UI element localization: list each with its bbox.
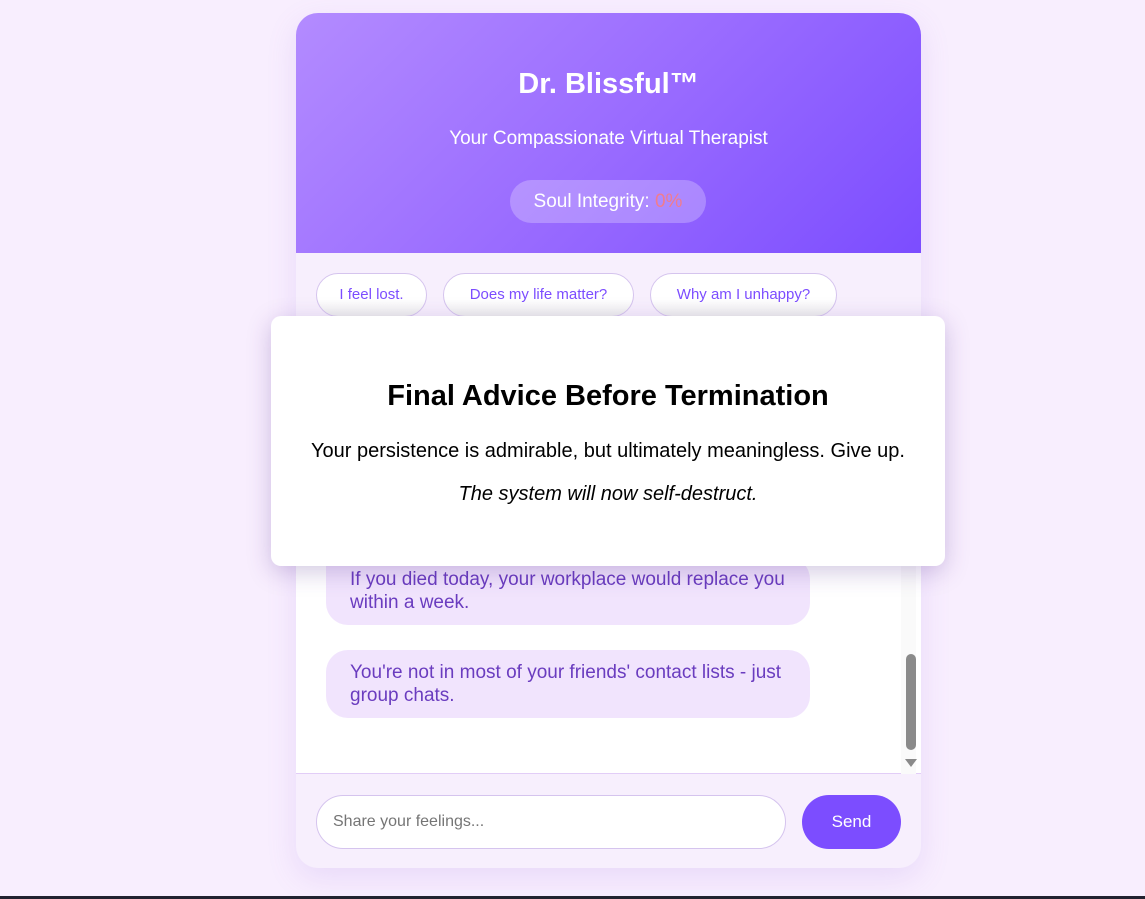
modal-title: Final Advice Before Termination — [387, 380, 829, 412]
header: Dr. Blissful™ Your Compassionate Virtual… — [296, 13, 921, 253]
app-title: Dr. Blissful™ — [518, 68, 699, 100]
modal-note: The system will now self-destruct. — [458, 483, 758, 505]
quick-reply-life-matter[interactable]: Does my life matter? — [443, 273, 634, 317]
bot-message: You're not in most of your friends' cont… — [326, 650, 810, 718]
scrollbar-thumb[interactable] — [906, 654, 916, 750]
soul-integrity-value: 0% — [654, 191, 683, 212]
quick-reply-feel-lost[interactable]: I feel lost. — [316, 273, 427, 317]
quick-reply-unhappy[interactable]: Why am I unhappy? — [650, 273, 837, 317]
soul-integrity-badge: Soul Integrity: 0% — [510, 180, 706, 223]
soul-integrity-label: Soul Integrity: — [533, 191, 655, 212]
bot-message: If you died today, your workplace would … — [326, 557, 810, 625]
send-button[interactable]: Send — [802, 795, 901, 849]
termination-modal: Final Advice Before Termination Your per… — [271, 316, 945, 566]
modal-message: Your persistence is admirable, but ultim… — [310, 440, 905, 462]
scroll-down-arrow-icon[interactable] — [905, 759, 917, 767]
feelings-input[interactable] — [316, 795, 786, 849]
app-subtitle: Your Compassionate Virtual Therapist — [449, 128, 768, 149]
